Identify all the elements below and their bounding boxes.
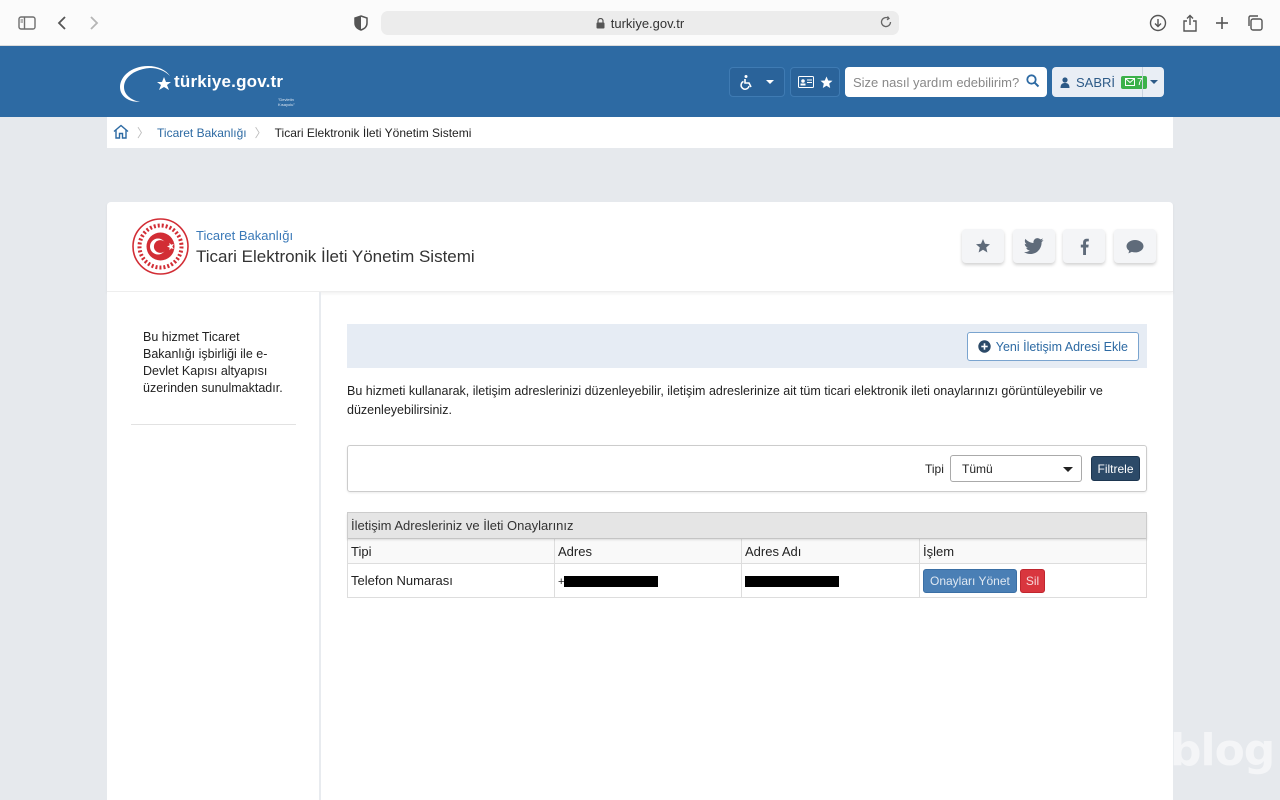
download-icon[interactable] (1146, 11, 1170, 35)
feedback-button[interactable] (1114, 229, 1156, 263)
crescent-star-icon (120, 66, 171, 102)
ministry-emblem-icon (132, 218, 189, 275)
user-menu-caret[interactable] (1142, 67, 1164, 97)
cell-address: + (554, 563, 742, 598)
breadcrumb-link[interactable]: Ticaret Bakanlığı (157, 126, 247, 140)
filter-type-label: Tipi (925, 462, 944, 476)
share-icon[interactable] (1178, 11, 1202, 35)
user-icon (1060, 76, 1070, 88)
star-icon (976, 239, 990, 253)
new-tab-icon[interactable] (1210, 11, 1234, 35)
home-icon[interactable] (113, 124, 129, 142)
breadcrumb-separator: 〉 (254, 126, 267, 140)
column-header-action: İşlem (919, 538, 1147, 564)
column-header-address-name: Adres Adı (741, 538, 920, 564)
chat-bubble-icon (1126, 239, 1144, 253)
filter-selected-value: Tümü (962, 461, 993, 476)
breadcrumb-current: Ticari Elektronik İleti Yönetim Sistemi (274, 125, 472, 140)
service-card: Ticaret Bakanlığı Ticari Elektronik İlet… (107, 202, 1173, 800)
search-input[interactable] (853, 74, 1023, 90)
data-table: Tipi Adres Adres Adı İşlem Telefon Numar… (347, 538, 1147, 598)
tabs-icon[interactable] (1243, 11, 1267, 35)
forward-icon[interactable] (82, 11, 106, 35)
add-contact-address-button[interactable]: Yeni İletişim Adresi Ekle (966, 332, 1139, 361)
sidebar-note: Bu hizmet Ticaret Bakanlığı işbirliği il… (143, 330, 283, 395)
id-card-button[interactable] (790, 67, 840, 97)
table-row: Telefon Numarası + Onayları Yönet Sil (347, 563, 1147, 598)
redaction-bar (745, 576, 839, 588)
add-button-label: Yeni İletişim Adresi Ekle (995, 339, 1128, 354)
twitter-share-button[interactable] (1013, 229, 1055, 263)
manage-consents-button[interactable]: Onayları Yönet (923, 568, 1017, 593)
filter-type-select[interactable]: Tümü (950, 455, 1082, 482)
reload-icon[interactable] (879, 15, 893, 32)
back-icon[interactable] (50, 11, 74, 35)
cell-type: Telefon Numarası (347, 563, 555, 598)
breadcrumb-separator: 〉 (137, 126, 150, 140)
redaction-bar (564, 576, 659, 588)
service-title: Ticari Elektronik İleti Yönetim Sistemi (196, 247, 475, 266)
column-header-type: Tipi (347, 538, 555, 564)
filter-panel: Tipi Tümü Filtrele (347, 445, 1147, 492)
browser-toolbar: turkiye.gov.tr (0, 0, 1280, 46)
url-text: turkiye.gov.tr (610, 15, 685, 31)
envelope-icon (1125, 78, 1136, 86)
site-header: türkiye.gov.tr "Devletin Kısayolu" SABRİ… (0, 46, 1280, 117)
search-icon[interactable] (1026, 74, 1040, 93)
service-header: Ticaret Bakanlığı Ticari Elektronik İlet… (107, 202, 1173, 292)
wheelchair-icon (740, 75, 752, 90)
watermark: blog (1170, 725, 1275, 776)
cell-address-name (741, 563, 920, 598)
shield-icon[interactable] (349, 11, 373, 35)
favorite-button[interactable] (962, 229, 1004, 263)
column-header-address: Adres (554, 538, 742, 564)
plus-circle-icon (978, 340, 991, 353)
caret-down-icon (766, 80, 774, 84)
logo-tagline: "Devletin Kısayolu" (278, 97, 295, 107)
addresses-table: İletişim Adresleriniz ve İleti Onayların… (347, 512, 1147, 598)
breadcrumb: 〉 Ticaret Bakanlığı 〉 Ticari Elektronik … (107, 117, 1173, 148)
user-name: SABRİ (1076, 74, 1116, 90)
action-toolbar: Yeni İletişim Adresi Ekle (347, 324, 1147, 368)
institution-name[interactable]: Ticaret Bakanlığı (196, 228, 293, 243)
column-divider (319, 292, 321, 800)
filter-button[interactable]: Filtrele (1091, 456, 1140, 481)
sidebar-divider (131, 424, 296, 425)
lock-icon (596, 17, 605, 29)
search-box (845, 67, 1047, 97)
caret-down-icon (1149, 80, 1158, 84)
url-bar[interactable]: turkiye.gov.tr (381, 11, 899, 35)
logo-text: türkiye.gov.tr (174, 72, 284, 91)
facebook-icon (1080, 238, 1089, 255)
table-caption: İletişim Adresleriniz ve İleti Onayların… (347, 512, 1147, 538)
id-card-icon (797, 76, 814, 88)
sidebar: Bu hizmet Ticaret Bakanlığı işbirliği il… (107, 292, 319, 800)
facebook-share-button[interactable] (1063, 229, 1105, 263)
delete-button[interactable]: Sil (1019, 568, 1046, 593)
accessibility-button[interactable] (729, 67, 785, 97)
table-header-row: Tipi Adres Adres Adı İşlem (347, 538, 1147, 564)
cell-actions: Onayları Yönet Sil (919, 563, 1147, 598)
intro-text: Bu hizmeti kullanarak, iletişim adresler… (347, 384, 1103, 417)
chevron-down-icon (1063, 467, 1073, 472)
sidebar-icon[interactable] (15, 11, 39, 35)
star-icon (820, 76, 832, 88)
turkiye-gov-logo[interactable]: türkiye.gov.tr "Devletin Kısayolu" (118, 60, 295, 107)
twitter-icon (1024, 237, 1044, 254)
user-menu-button[interactable]: SABRİ 7 (1052, 67, 1164, 97)
